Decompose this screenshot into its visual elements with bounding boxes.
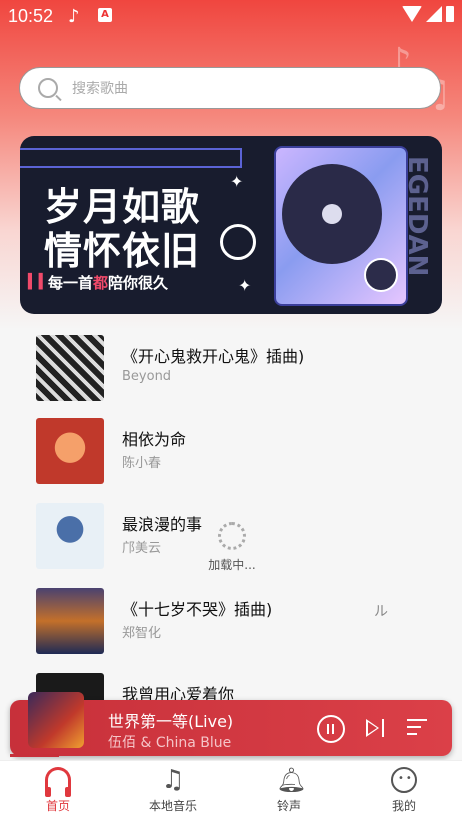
nav-local-music[interactable]: ♫ 本地音乐 xyxy=(133,767,213,814)
player-song-artist: 伍佰 & China Blue xyxy=(108,735,232,751)
song-item[interactable]: 相依为命 陈小春 xyxy=(36,418,436,486)
music-logo-icon xyxy=(220,224,256,260)
song-item[interactable]: 《十七岁不哭》插曲) 郑智化 xyxy=(36,588,436,656)
song-title: 《开心鬼救开心鬼》插曲) xyxy=(122,347,305,366)
status-time: 10:52 xyxy=(8,6,54,26)
player-song-title: 世界第一等(Live) xyxy=(108,712,234,731)
faint-overlay-text: ル xyxy=(374,604,388,620)
battery-icon xyxy=(446,6,454,22)
song-artist: 陈小春 xyxy=(122,456,162,471)
loading-indicator: 加载中... xyxy=(208,522,256,573)
nav-label: 首页 xyxy=(45,799,70,813)
player-album-cover[interactable] xyxy=(28,692,84,748)
nav-label: 我的 xyxy=(391,799,416,813)
banner-subtitle: 每一首都陪你很久 xyxy=(48,274,169,292)
sparkle-icon: ✦ xyxy=(238,276,252,295)
album-cover xyxy=(36,588,104,654)
loading-text: 加载中... xyxy=(208,558,256,572)
mini-player[interactable]: 世界第一等(Live) 伍佰 & China Blue xyxy=(10,692,452,756)
app-notification-icon: A xyxy=(98,8,112,22)
nav-label: 铃声 xyxy=(276,799,301,813)
bell-icon: 🔔︎ xyxy=(276,766,307,794)
turntable-illustration xyxy=(274,146,408,306)
song-title: 《十七岁不哭》插曲) xyxy=(122,600,273,619)
album-cover xyxy=(36,335,104,401)
song-title: 最浪漫的事 xyxy=(122,515,203,534)
album-cover xyxy=(36,418,104,484)
song-title: 相依为命 xyxy=(122,430,187,449)
playlist-button[interactable] xyxy=(407,717,429,737)
banner-vertical-text: EGEDAN xyxy=(402,156,432,277)
promo-banner[interactable]: 岁月如歌 情怀依旧 ✦ ✦ ▍▍ 每一首都陪你很久 EGEDAN xyxy=(20,136,442,314)
playback-progress[interactable] xyxy=(10,754,452,757)
nav-ringtones[interactable]: 🔔︎ 铃声 xyxy=(249,767,329,814)
song-artist: 郑智化 xyxy=(122,626,162,641)
banner-decor-line xyxy=(20,148,242,168)
face-icon xyxy=(391,767,417,793)
search-input[interactable] xyxy=(70,76,414,102)
wifi-icon xyxy=(402,6,422,22)
progress-fill xyxy=(10,754,59,757)
search-bar[interactable] xyxy=(19,67,441,109)
headphones-icon xyxy=(45,767,71,797)
song-artist: 邝美云 xyxy=(122,541,162,556)
vinyl-record-icon xyxy=(282,164,382,264)
nav-profile[interactable]: 我的 xyxy=(364,767,444,814)
banner-title-line2: 情怀依旧 xyxy=(44,229,201,273)
spinner-icon xyxy=(218,522,246,550)
nav-home[interactable]: 首页 xyxy=(18,767,98,814)
song-artist: Beyond xyxy=(122,369,172,384)
next-track-button[interactable] xyxy=(365,717,387,739)
song-item[interactable]: 《开心鬼救开心鬼》插曲) Beyond xyxy=(36,335,436,403)
nav-label: 本地音乐 xyxy=(148,799,197,813)
tiktok-icon: ♪ xyxy=(68,6,80,27)
album-cover xyxy=(36,503,104,569)
sparkle-icon: ✦ xyxy=(230,172,244,191)
equalizer-icon: ▍▍ xyxy=(28,274,50,290)
search-icon xyxy=(38,78,58,98)
status-bar: 10:52 ♪ A xyxy=(0,0,462,32)
pause-button[interactable] xyxy=(317,715,345,743)
signal-icon xyxy=(426,6,442,22)
music-note-icon: ♫ xyxy=(161,765,185,795)
turntable-knob xyxy=(364,258,398,292)
bottom-nav: 首页 ♫ 本地音乐 🔔︎ 铃声 我的 xyxy=(0,760,462,822)
